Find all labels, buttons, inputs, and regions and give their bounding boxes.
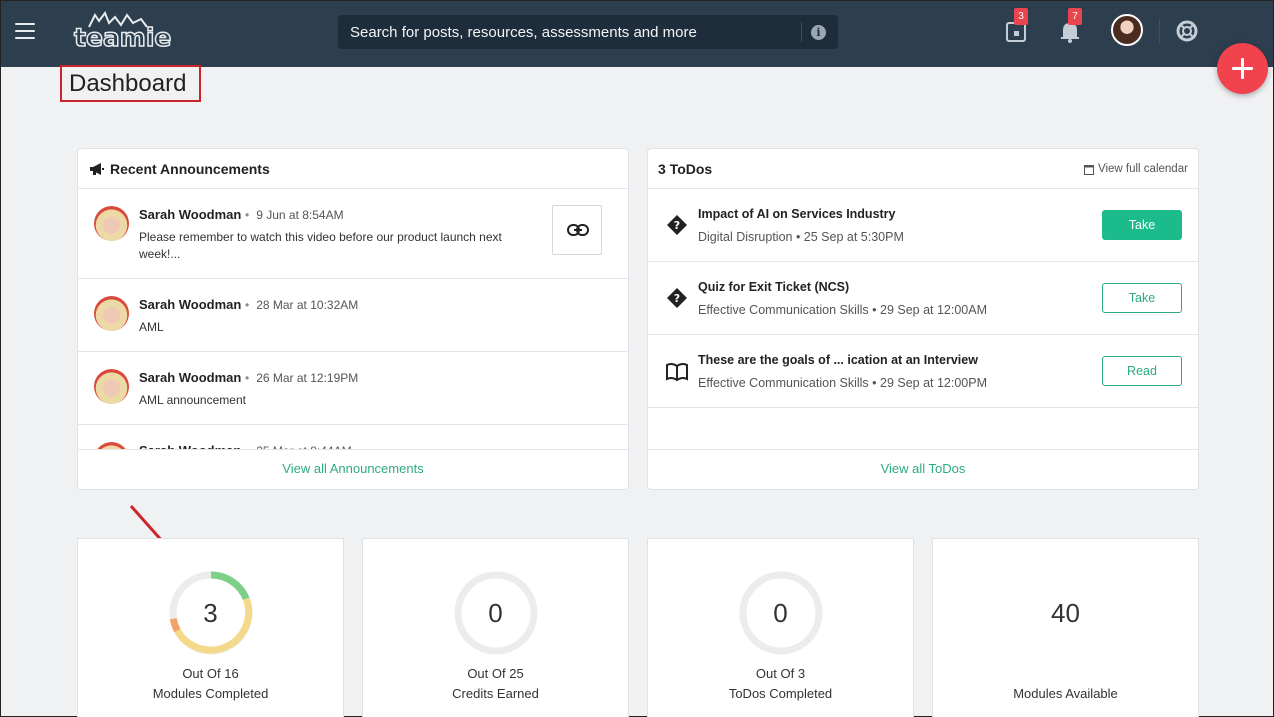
announcements-header: Recent Announcements <box>78 149 628 189</box>
take-button[interactable]: Take <box>1102 210 1182 240</box>
info-icon[interactable]: i <box>811 25 826 40</box>
announcement-time: 26 Mar at 12:19PM <box>245 371 358 385</box>
todo-subtitle: Effective Communication Skills • 29 Sep … <box>698 303 988 317</box>
stat-label-line2: Modules Available <box>1013 686 1118 701</box>
stat-label-line2: Modules Completed <box>152 686 269 701</box>
stat-label-line2: ToDos Completed <box>728 686 833 701</box>
stat-label-line1: Out Of 16 <box>182 666 239 681</box>
view-all-todos-link[interactable]: View all ToDos <box>648 449 1198 489</box>
help-button[interactable] <box>1175 19 1199 43</box>
stat-value: 0 <box>773 598 788 628</box>
calendar-small-icon <box>1084 165 1094 175</box>
todo-item[interactable]: ? Quiz for Exit Ticket (NCS) Effective C… <box>648 262 1198 335</box>
todos-title: 3 ToDos <box>658 161 713 177</box>
calendar-button[interactable]: 3 <box>1005 8 1029 43</box>
search-input[interactable] <box>350 15 800 49</box>
announcement-text: AML announcement <box>139 393 246 407</box>
svg-text:?: ? <box>674 219 680 232</box>
todo-subtitle: Digital Disruption • 25 Sep at 5:30PM <box>698 230 904 244</box>
search-divider <box>801 22 802 42</box>
announcement-text: Please remember to watch this video befo… <box>139 229 502 263</box>
todo-item[interactable]: ? Impact of AI on Services Industry Digi… <box>648 189 1198 262</box>
stat-todos-completed[interactable]: 0 Out Of 3 ToDos Completed <box>647 538 914 717</box>
announcement-item[interactable]: Sarah Woodman 28 Mar at 10:32AM AML <box>78 279 628 352</box>
announcement-text: AML <box>139 320 164 334</box>
todo-title[interactable]: These are the goals of ... ication at an… <box>698 353 978 367</box>
stat-label-line1: Out Of 3 <box>755 666 806 681</box>
todos-card: 3 ToDos View full calendar ? Impact of A… <box>647 148 1199 490</box>
read-button[interactable]: Read <box>1102 356 1182 386</box>
stat-value: 3 <box>203 598 218 628</box>
author-avatar <box>94 206 129 241</box>
view-full-calendar-link[interactable]: View full calendar <box>1098 163 1188 175</box>
announcement-author: Sarah Woodman <box>139 297 242 312</box>
announcement-item[interactable]: Sarah Woodman 26 Mar at 12:19PM AML anno… <box>78 352 628 425</box>
stat-value: 0 <box>488 598 503 628</box>
notifications-button[interactable]: 7 <box>1059 8 1083 43</box>
announcement-time: 9 Jun at 8:54AM <box>245 208 343 222</box>
megaphone-icon <box>90 163 104 175</box>
user-avatar[interactable] <box>1111 14 1143 46</box>
announcement-time: 28 Mar at 10:32AM <box>245 298 358 312</box>
author-avatar <box>94 296 129 331</box>
stat-modules-available[interactable]: 40 Modules Available <box>932 538 1199 717</box>
announcement-author: Sarah Woodman <box>139 370 242 385</box>
notification-badge: 7 <box>1068 8 1082 25</box>
view-all-announcements-link[interactable]: View all Announcements <box>78 449 628 489</box>
take-button[interactable]: Take <box>1102 283 1182 313</box>
calendar-badge: 3 <box>1014 8 1028 25</box>
lifebuoy-icon <box>1176 20 1198 42</box>
hamburger-menu-icon[interactable] <box>15 23 35 39</box>
global-search: i <box>338 15 838 49</box>
quiz-icon: ? <box>667 215 687 235</box>
announcements-card: Recent Announcements Sarah Woodman 9 Jun… <box>77 148 629 490</box>
stat-label-line1: Out Of 25 <box>467 666 524 681</box>
announcement-item[interactable]: Sarah Woodman 9 Jun at 8:54AM Please rem… <box>78 189 628 279</box>
add-fab-button[interactable] <box>1217 43 1268 94</box>
attachment-link-button[interactable] <box>552 205 602 255</box>
announcement-text-line: Please remember to watch this video befo… <box>139 230 502 244</box>
todo-item[interactable]: These are the goals of ... ication at an… <box>648 335 1198 408</box>
stat-label-line2: Credits Earned <box>452 686 539 701</box>
page-title: Dashboard <box>60 65 201 102</box>
topbar-divider <box>1159 19 1160 43</box>
todos-header: 3 ToDos View full calendar <box>648 149 1198 189</box>
author-avatar <box>94 369 129 404</box>
svg-text:?: ? <box>674 292 680 305</box>
quiz-icon: ? <box>667 288 687 308</box>
stat-value: 40 <box>1051 598 1080 628</box>
stat-credits-earned[interactable]: 0 Out Of 25 Credits Earned <box>362 538 629 717</box>
announcement-author: Sarah Woodman <box>139 207 242 222</box>
announcement-text-line: week!... <box>139 247 181 261</box>
top-navigation-bar: teamie i 3 7 <box>1 1 1273 67</box>
todo-title[interactable]: Quiz for Exit Ticket (NCS) <box>698 280 849 294</box>
book-icon <box>666 362 688 382</box>
link-icon <box>567 224 589 236</box>
announcements-title: Recent Announcements <box>110 161 270 177</box>
todo-title[interactable]: Impact of AI on Services Industry <box>698 207 896 221</box>
stat-modules-completed[interactable]: 3 Out Of 16 Modules Completed <box>77 538 344 717</box>
todo-subtitle: Effective Communication Skills • 29 Sep … <box>698 376 988 390</box>
logo-text: teamie <box>73 22 172 53</box>
